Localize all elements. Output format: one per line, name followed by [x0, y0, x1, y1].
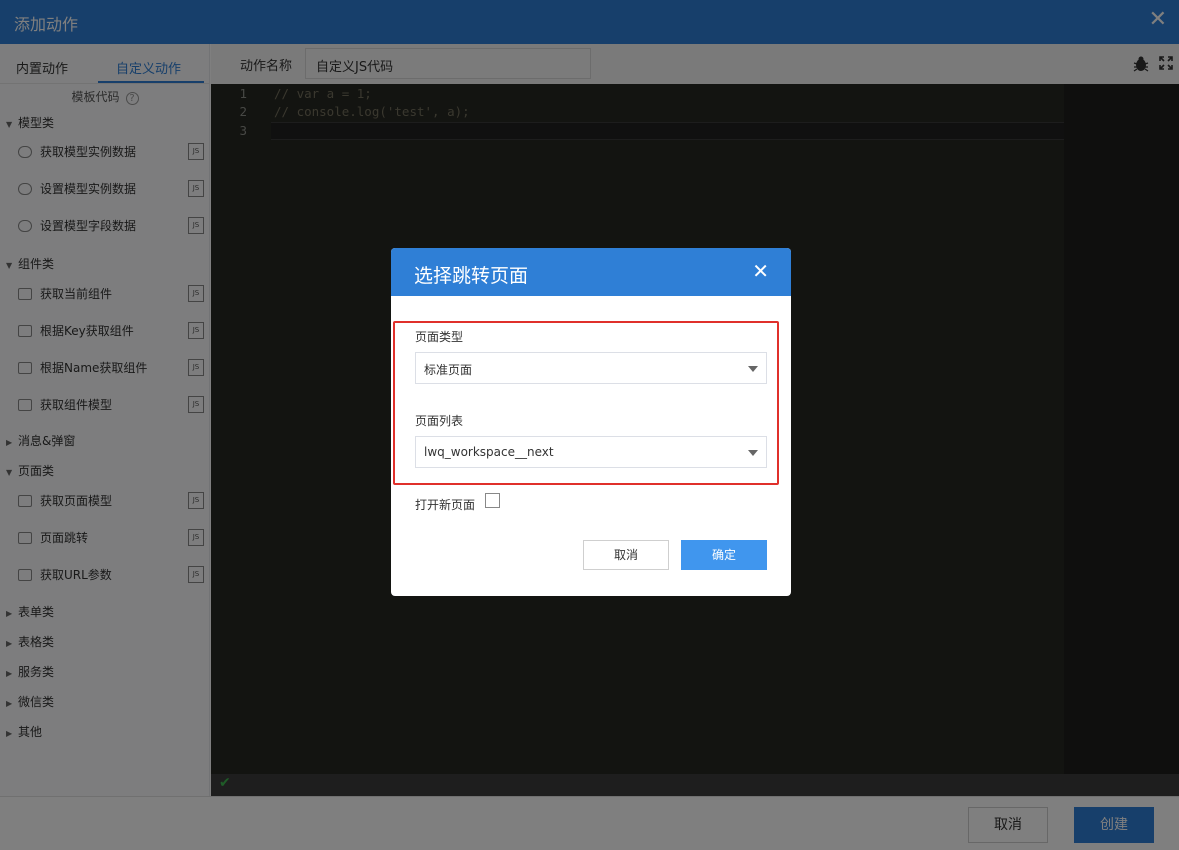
open-new-page-checkbox[interactable]	[485, 493, 500, 508]
chevron-down-icon	[748, 450, 758, 456]
page-list-value: lwq_workspace__next	[424, 445, 554, 459]
page-list-select[interactable]: lwq_workspace__next	[415, 436, 767, 468]
page-type-select[interactable]: 标准页面	[415, 352, 767, 384]
dialog-title: 选择跳转页面	[414, 265, 529, 287]
select-page-dialog: 选择跳转页面 ✕ 页面类型 标准页面 页面列表 lwq_workspace__n…	[391, 248, 791, 596]
dialog-cancel-button[interactable]: 取消	[583, 540, 669, 570]
dialog-confirm-button[interactable]: 确定	[681, 540, 767, 570]
open-new-page-label: 打开新页面	[415, 498, 476, 512]
page-list-label: 页面列表	[415, 414, 464, 428]
dialog-header: 选择跳转页面 ✕	[391, 248, 791, 296]
chevron-down-icon	[748, 366, 758, 372]
dialog-close-icon[interactable]: ✕	[752, 259, 769, 283]
page-type-value: 标准页面	[424, 363, 473, 377]
page-type-label: 页面类型	[415, 330, 464, 344]
